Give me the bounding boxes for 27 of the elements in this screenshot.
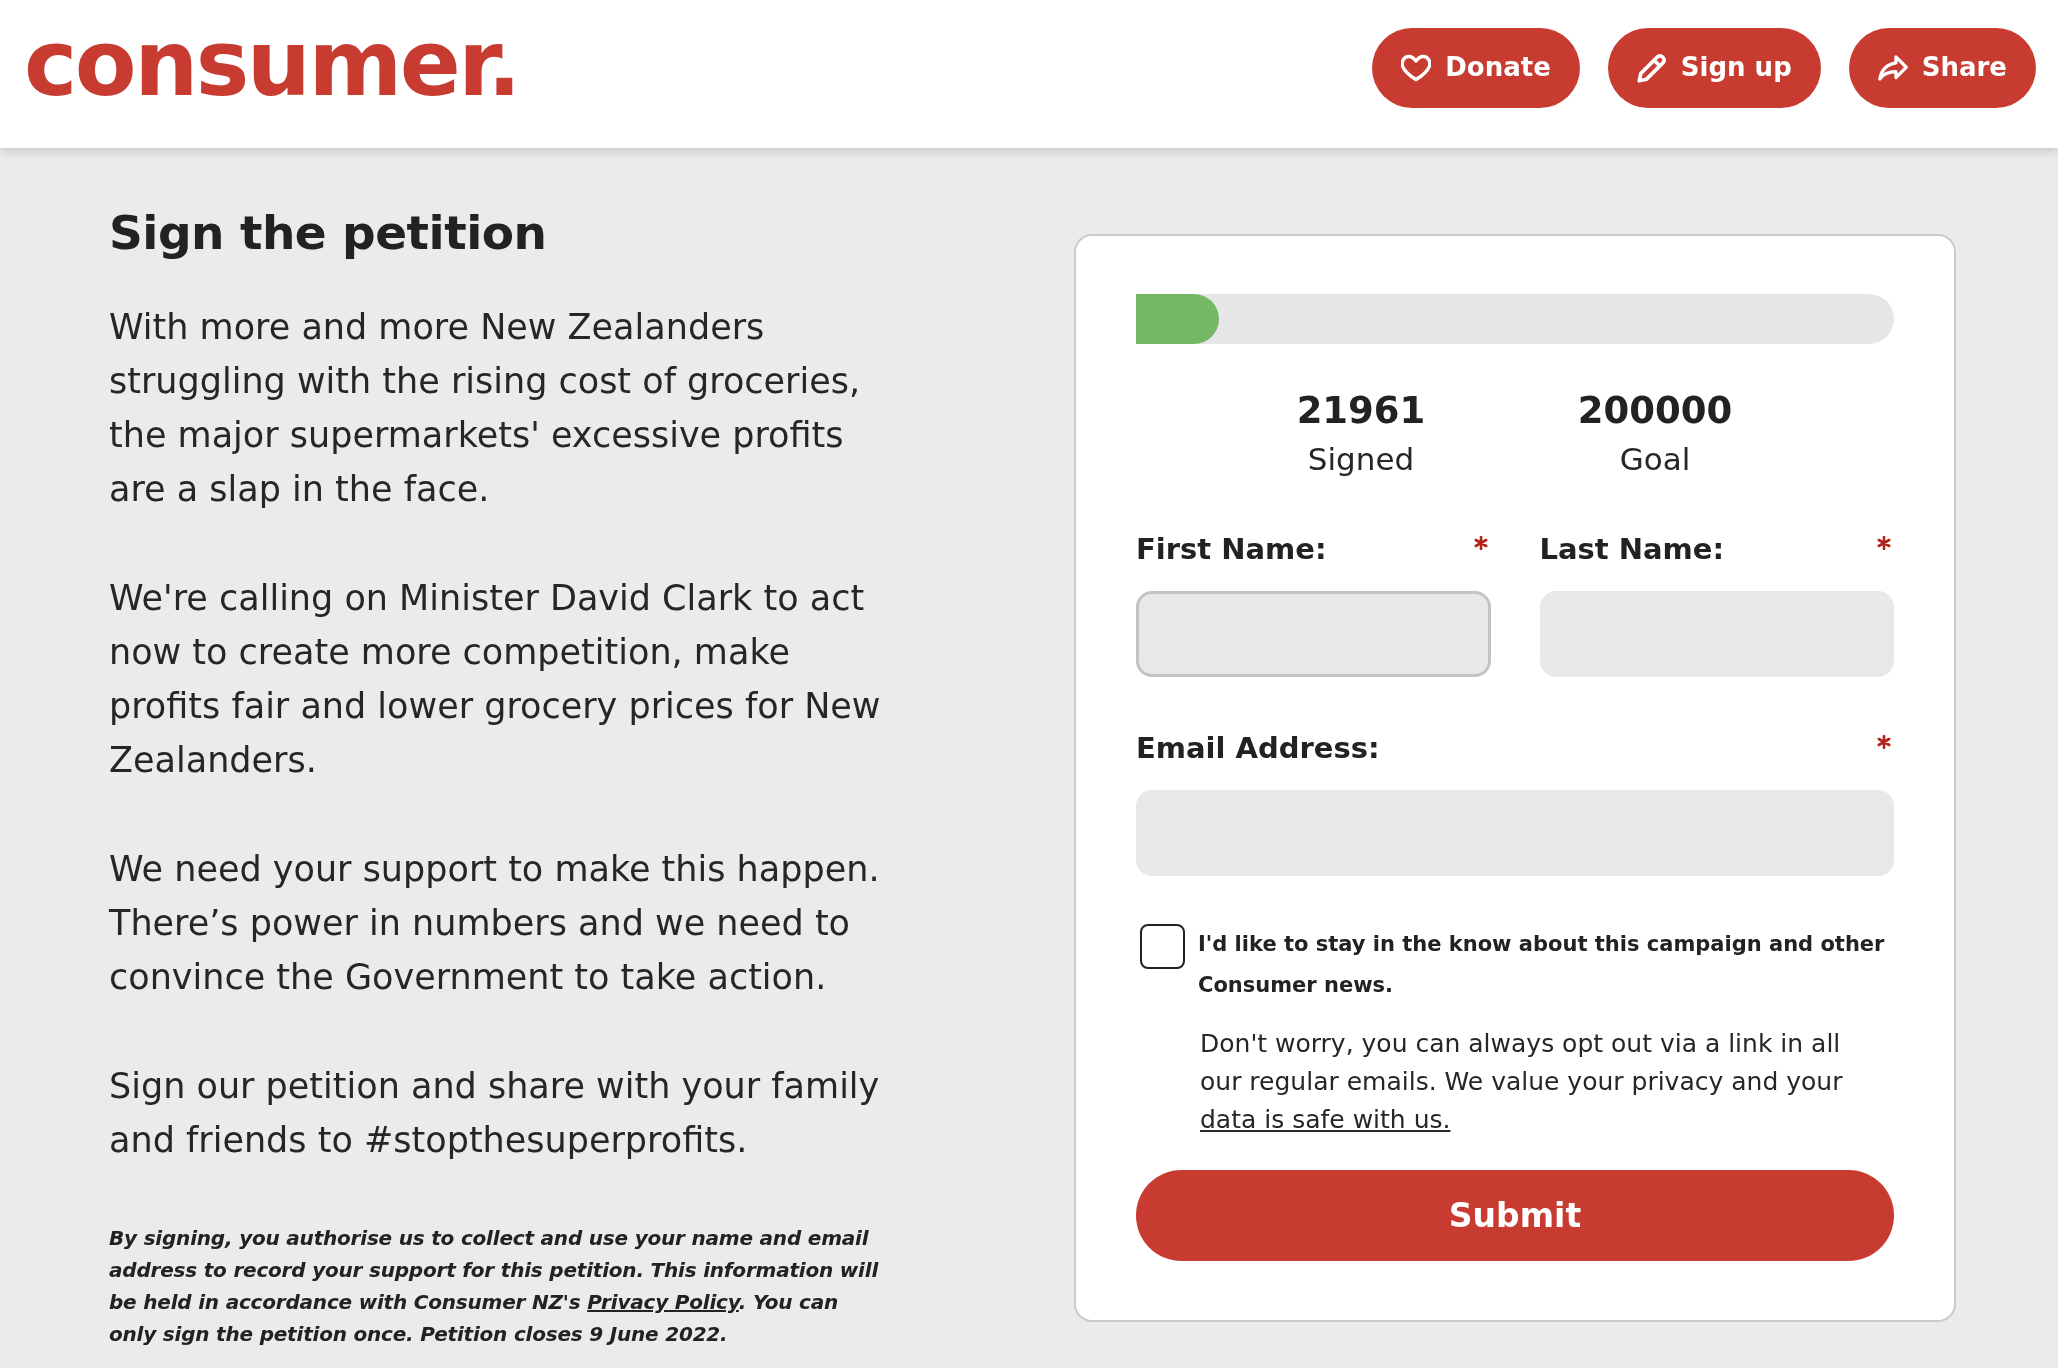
intro-paragraph: We need your support to make this happen. There’s power in numbers and we need to convince the Government to take action. xyxy=(109,848,881,999)
share-button[interactable]: Share xyxy=(1848,27,2036,108)
stat-label: Signed xyxy=(1306,440,1416,479)
intro-paragraph: Sign our petition and share with your family and friends to #stopthesuperprofits. xyxy=(109,1065,881,1162)
donate-button[interactable]: Donate xyxy=(1372,27,1580,108)
submit-button[interactable]: Submit xyxy=(1136,1170,1894,1261)
heart-icon xyxy=(1401,52,1432,83)
privacy-policy-link[interactable]: Privacy Policy xyxy=(587,1290,739,1314)
stat-label: Goal xyxy=(1618,440,1692,479)
site-logo[interactable]: consumer. xyxy=(24,19,519,109)
intro-paragraph: We're calling on Minister David Clark to act now to create more competition, make profits fair and lower grocery prices for New Zealanders. xyxy=(109,577,882,782)
field-label: Email Address: xyxy=(1136,730,1380,766)
stat-value: 200000 xyxy=(1576,388,1734,434)
stat-value: 21961 xyxy=(1295,388,1427,434)
disclaimer-text: By signing, you authorise us to collect and use your name and email address to record your support for this petition. This information will be held in accordance with Consumer NZ's Privacy Policy. You can only sign the petition once. Petition closes 9 June 2022. xyxy=(109,1225,880,1348)
input-field[interactable] xyxy=(1136,591,1491,677)
checkbox[interactable] xyxy=(1140,924,1185,969)
intro-paragraph: With more and more New Zealanders struggling with the rising cost of groceries, the major supermarkets' excessive profits are a slap in the face. xyxy=(109,306,862,511)
data-safety-link[interactable]: data is safe with us. xyxy=(1200,1105,1451,1134)
page-heading: Sign the petition xyxy=(109,204,548,262)
field-label: Last Name: xyxy=(1539,531,1725,567)
field-label: First Name: xyxy=(1136,531,1327,567)
share-arrow-icon xyxy=(1877,52,1908,83)
pencil-icon xyxy=(1636,52,1667,83)
checkbox-label: I'd like to stay in the know about this campaign and other Consumer news. xyxy=(1198,931,1886,999)
sign-up-button[interactable]: Sign up xyxy=(1607,27,1821,108)
privacy-note: Don't worry, you can always opt out via a link in all our regular emails. We value your privacy and your data is safe with us. xyxy=(1199,1028,1844,1136)
